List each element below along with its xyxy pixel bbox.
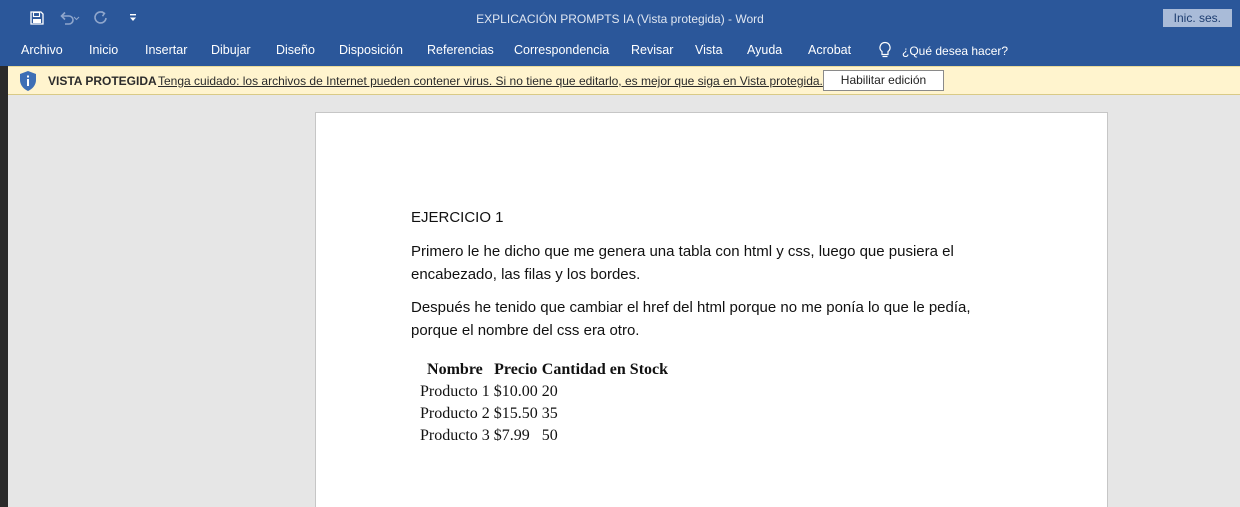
- table-header-row: Nombre Precio Cantidad en Stock: [418, 359, 670, 381]
- tab-dibujar[interactable]: Dibujar: [211, 36, 251, 66]
- tab-diseno[interactable]: Diseño: [276, 36, 315, 66]
- ribbon-tabs: Archivo Inicio Insertar Dibujar Diseño D…: [0, 36, 1240, 66]
- tab-ayuda[interactable]: Ayuda: [747, 36, 782, 66]
- protected-view-bar: VISTA PROTEGIDA Tenga cuidado: los archi…: [8, 66, 1240, 95]
- table-cell: Producto 3: [420, 427, 490, 444]
- document-heading: EJERCICIO 1: [411, 209, 504, 226]
- shield-icon: [18, 70, 38, 97]
- tab-revisar[interactable]: Revisar: [631, 36, 673, 66]
- document-paragraph-2: Después he tenido que cambiar el href de…: [411, 299, 971, 339]
- tab-vista[interactable]: Vista: [695, 36, 723, 66]
- table-cell: 20: [541, 383, 558, 400]
- table-cell: $10.00: [493, 383, 538, 400]
- tab-disposicion[interactable]: Disposición: [339, 36, 403, 66]
- tab-referencias[interactable]: Referencias: [427, 36, 494, 66]
- protected-view-message-link[interactable]: Tenga cuidado: los archivos de Internet …: [158, 67, 823, 95]
- tab-insertar[interactable]: Insertar: [145, 36, 187, 66]
- tab-acrobat[interactable]: Acrobat: [808, 36, 851, 66]
- document-paragraph-1: Primero le he dicho que me genera una ta…: [411, 243, 954, 283]
- products-table: Nombre Precio Cantidad en Stock Producto…: [418, 359, 670, 447]
- title-bar: EXPLICACIÓN PROMPTS IA (Vista protegida)…: [0, 0, 1240, 36]
- customize-icon[interactable]: [122, 7, 144, 29]
- table-cell: $7.99: [493, 427, 530, 444]
- table-cell: 35: [541, 405, 558, 422]
- tell-me-text: ¿Qué desea hacer?: [902, 44, 1009, 58]
- undo-icon[interactable]: [58, 7, 80, 29]
- column-header-nombre: Nombre: [427, 361, 483, 378]
- window-title: EXPLICACIÓN PROMPTS IA (Vista protegida)…: [476, 12, 764, 26]
- table-row: Producto 3 $7.99 50: [418, 425, 670, 447]
- enable-editing-button[interactable]: Habilitar edición: [823, 70, 944, 91]
- table-row: Producto 2 $15.50 35: [418, 403, 670, 425]
- save-icon[interactable]: [26, 7, 48, 29]
- document-page[interactable]: EJERCICIO 1 Primero le he dicho que me g…: [315, 112, 1108, 507]
- tab-correspondencia[interactable]: Correspondencia: [514, 36, 609, 66]
- tab-inicio[interactable]: Inicio: [89, 36, 118, 66]
- table-cell: Producto 1: [420, 383, 490, 400]
- window-left-edge: [0, 0, 8, 507]
- column-header-cantidad: Cantidad en Stock: [541, 361, 669, 378]
- column-header-precio: Precio: [494, 361, 538, 378]
- sign-in-button[interactable]: Inic. ses.: [1162, 9, 1232, 27]
- table-row: Producto 1 $10.00 20: [418, 381, 670, 403]
- table-cell: $15.50: [493, 405, 538, 422]
- protected-view-label: VISTA PROTEGIDA: [48, 74, 157, 88]
- tab-archivo[interactable]: Archivo: [21, 36, 63, 66]
- quick-access-toolbar: [26, 7, 144, 29]
- table-cell: 50: [541, 427, 558, 444]
- redo-icon[interactable]: [90, 7, 112, 29]
- table-cell: Producto 2: [420, 405, 490, 422]
- tell-me-box[interactable]: ¿Qué desea hacer?: [878, 36, 1008, 66]
- lightbulb-icon: [878, 41, 892, 62]
